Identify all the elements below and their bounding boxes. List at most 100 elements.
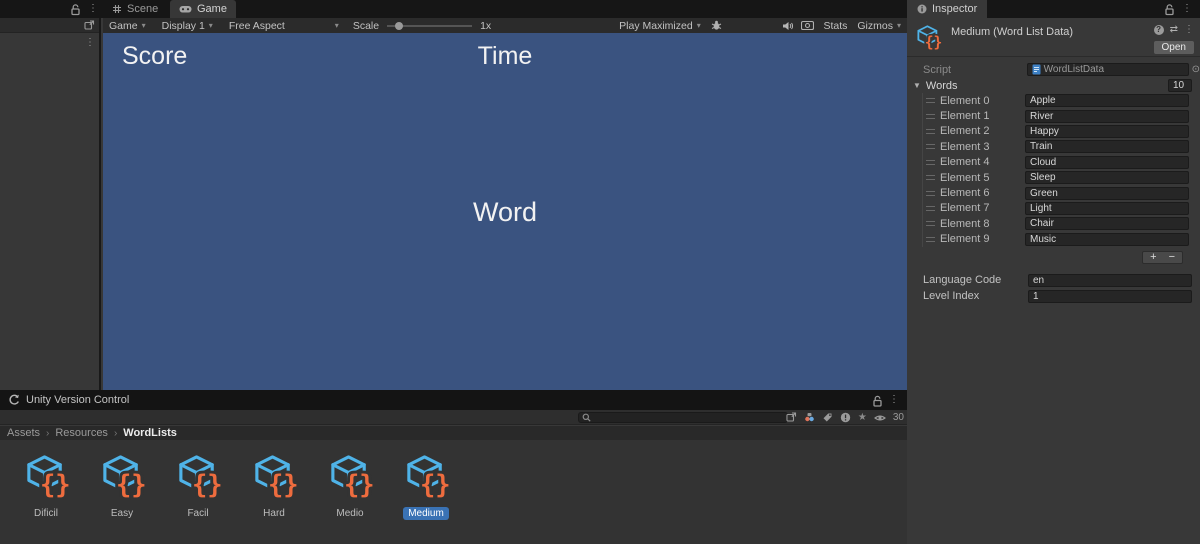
words-foldout-row[interactable]: ▼ Words 10 — [907, 78, 1200, 93]
array-element-row: Element 6 Green — [923, 185, 1200, 200]
tab-game[interactable]: Game — [170, 0, 236, 18]
left-panel-toolbar — [0, 18, 99, 33]
drag-handle-icon[interactable] — [926, 113, 935, 119]
element-value-field[interactable]: Green — [1025, 186, 1189, 200]
drag-handle-icon[interactable] — [926, 205, 935, 211]
level-index-field[interactable]: 1 — [1028, 289, 1192, 303]
element-label: Element 3 — [940, 140, 990, 153]
hidden-count-info-icon[interactable] — [840, 412, 851, 423]
drag-handle-icon[interactable] — [926, 144, 935, 150]
element-value-field[interactable]: Train — [1025, 140, 1189, 154]
scale-slider-knob[interactable] — [395, 21, 404, 30]
element-label: Element 4 — [940, 156, 990, 169]
language-code-row: Language Code en — [907, 273, 1200, 288]
drag-handle-icon[interactable] — [926, 221, 935, 227]
element-value-field[interactable]: Music — [1025, 232, 1189, 246]
element-value-field[interactable]: Happy — [1025, 124, 1189, 138]
breadcrumb: Assets › Resources › WordLists — [0, 426, 907, 440]
search-by-type-icon[interactable] — [804, 412, 815, 423]
game-menu-dropdown[interactable]: Game ▾ — [109, 20, 146, 32]
inspector-panel: Inspector ⋮ {} Medium (Word List Data) ?… — [907, 0, 1200, 544]
project-search-field[interactable] — [578, 412, 788, 423]
tab-scene[interactable]: Scene — [103, 0, 167, 18]
breadcrumb-assets[interactable]: Assets — [7, 427, 40, 439]
unity-editor-window: ⋮ Scene Game ⋮ Game ▾ Display 1 ▾ Free A… — [0, 0, 1200, 544]
panel-menu-icon[interactable]: ⋮ — [1182, 4, 1192, 14]
element-value-field[interactable]: Apple — [1025, 94, 1189, 108]
search-by-label-icon[interactable] — [822, 412, 833, 423]
add-element-button[interactable]: + — [1150, 251, 1156, 263]
language-code-field[interactable]: en — [1028, 273, 1192, 287]
popout-icon[interactable] — [84, 19, 95, 31]
element-value-field[interactable]: Light — [1025, 201, 1189, 215]
tab-scene-label: Scene — [127, 3, 159, 15]
lock-icon[interactable] — [1164, 3, 1175, 16]
game-menu-label: Game — [109, 19, 138, 32]
play-maximized-dropdown[interactable]: Play Maximized ▾ — [619, 20, 701, 32]
asset-label: Dificil — [34, 508, 58, 519]
dropdown-arrow-icon: ▾ — [208, 21, 213, 30]
search-input[interactable] — [594, 413, 784, 422]
scale-slider[interactable] — [387, 21, 473, 30]
drag-handle-icon[interactable] — [926, 236, 935, 242]
remove-element-button[interactable]: − — [1169, 251, 1175, 263]
svg-text:{}: {} — [267, 470, 297, 500]
gamepad-icon — [179, 5, 192, 12]
drag-handle-icon[interactable] — [926, 128, 935, 134]
element-value-field[interactable]: Sleep — [1025, 171, 1189, 185]
debug-bug-icon[interactable] — [711, 20, 722, 31]
presets-icon[interactable]: ⇄ — [1170, 24, 1178, 35]
drag-handle-icon[interactable] — [926, 190, 935, 196]
asset-label: Hard — [263, 508, 285, 519]
dropdown-arrow-icon: ▾ — [696, 21, 701, 30]
element-label: Element 7 — [940, 202, 990, 215]
display-dropdown[interactable]: Display 1 ▾ — [162, 20, 213, 32]
game-view-toolbar: Game ▾ Display 1 ▾ Free Aspect ▾ Scale 1… — [103, 18, 907, 33]
asset-item[interactable]: {} Medium — [393, 453, 459, 520]
lock-icon[interactable] — [872, 394, 883, 407]
scriptable-object-icon: {} — [406, 455, 450, 500]
aspect-dropdown[interactable]: Free Aspect ▾ — [229, 20, 339, 32]
breadcrumb-wordlists[interactable]: WordLists — [123, 427, 177, 439]
stats-button[interactable]: Stats — [823, 20, 847, 32]
element-value-field[interactable]: Chair — [1025, 217, 1189, 231]
lock-icon[interactable] — [70, 3, 81, 16]
element-label: Element 0 — [940, 94, 990, 107]
help-icon[interactable]: ? — [1153, 24, 1164, 35]
object-picker-icon[interactable]: ⊙ — [1192, 64, 1200, 75]
favorites-star-icon[interactable]: ★ — [858, 412, 867, 423]
asset-item[interactable]: {} Dificil — [13, 453, 79, 520]
aspect-label: Free Aspect — [228, 19, 285, 32]
version-control-bar[interactable]: Unity Version Control ⋮ — [0, 390, 907, 410]
open-button[interactable]: Open — [1153, 41, 1194, 54]
tab-inspector[interactable]: Inspector — [907, 0, 988, 18]
frame-capture-icon[interactable] — [801, 20, 815, 31]
asset-item[interactable]: {} Facil — [165, 453, 231, 520]
array-element-row: Element 9 Music — [923, 232, 1200, 247]
game-viewport[interactable]: Score Time Word — [103, 33, 907, 390]
inspector-menu-icon[interactable]: ⋮ — [1184, 24, 1194, 35]
asset-item[interactable]: {} Hard — [241, 453, 307, 520]
words-count-field[interactable]: 10 — [1168, 79, 1192, 92]
drag-handle-icon[interactable] — [926, 175, 935, 181]
open-in-search-icon[interactable] — [786, 412, 797, 423]
visibility-eye-icon[interactable] — [873, 413, 886, 423]
foldout-arrow-icon[interactable]: ▼ — [913, 81, 921, 90]
scriptable-object-icon: {} — [102, 455, 146, 500]
element-value-field[interactable]: Cloud — [1025, 155, 1189, 169]
breadcrumb-resources[interactable]: Resources — [55, 427, 108, 439]
drag-handle-icon[interactable] — [926, 98, 935, 104]
asset-label: Medio — [336, 508, 364, 519]
left-panel-menu-icon[interactable]: ⋮ — [85, 38, 95, 48]
mute-audio-icon[interactable] — [782, 21, 794, 31]
drag-handle-icon[interactable] — [926, 159, 935, 165]
game-time-text: Time — [477, 42, 533, 70]
script-name: WordListData — [1043, 64, 1105, 75]
asset-item[interactable]: {} Medio — [317, 453, 383, 520]
panel-menu-icon[interactable]: ⋮ — [88, 4, 98, 14]
asset-item[interactable]: {} Easy — [89, 453, 155, 520]
element-value-field[interactable]: River — [1025, 109, 1189, 123]
inspector-body: Script WordListData ⊙ ▼ Words 10 Element… — [907, 57, 1200, 304]
panel-menu-icon[interactable]: ⋮ — [889, 395, 899, 405]
gizmos-dropdown[interactable]: Gizmos ▾ — [857, 20, 901, 32]
